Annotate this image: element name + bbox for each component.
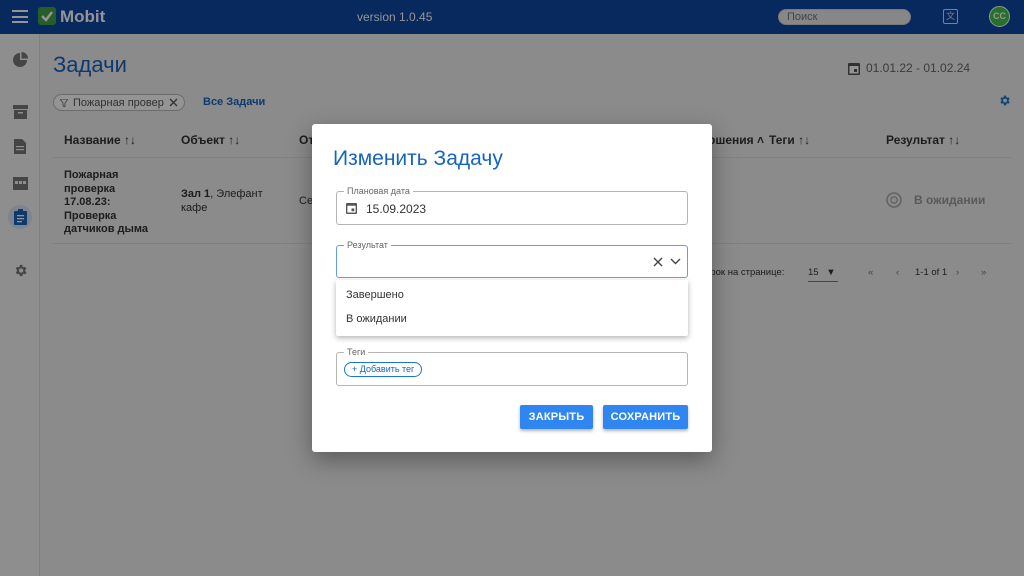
dialog-title: Изменить Задачу	[333, 147, 503, 170]
planned-date-label: Плановая дата	[344, 186, 413, 196]
result-label: Результат	[344, 240, 391, 250]
result-select[interactable]: Результат	[336, 240, 688, 278]
planned-date-field[interactable]: Плановая дата 15.09.2023	[336, 186, 688, 225]
planned-date-value: 15.09.2023	[366, 202, 427, 216]
calendar-icon	[346, 202, 357, 214]
result-option-pending[interactable]: В ожидании	[346, 313, 407, 325]
result-dropdown-menu: Завершено В ожидании	[336, 280, 688, 336]
result-option-completed[interactable]: Завершено	[346, 289, 404, 301]
tags-label: Теги	[344, 347, 369, 357]
clear-icon[interactable]	[653, 257, 663, 267]
save-button[interactable]: СОХРАНИТЬ	[603, 405, 688, 429]
tags-field: Теги + Добавить тег	[336, 347, 688, 386]
chevron-down-icon[interactable]	[670, 258, 681, 265]
edit-task-dialog: Изменить Задачу Плановая дата 15.09.2023…	[312, 124, 712, 452]
add-tag-button[interactable]: + Добавить тег	[344, 362, 423, 377]
close-button[interactable]: ЗАКРЫТЬ	[520, 405, 593, 429]
